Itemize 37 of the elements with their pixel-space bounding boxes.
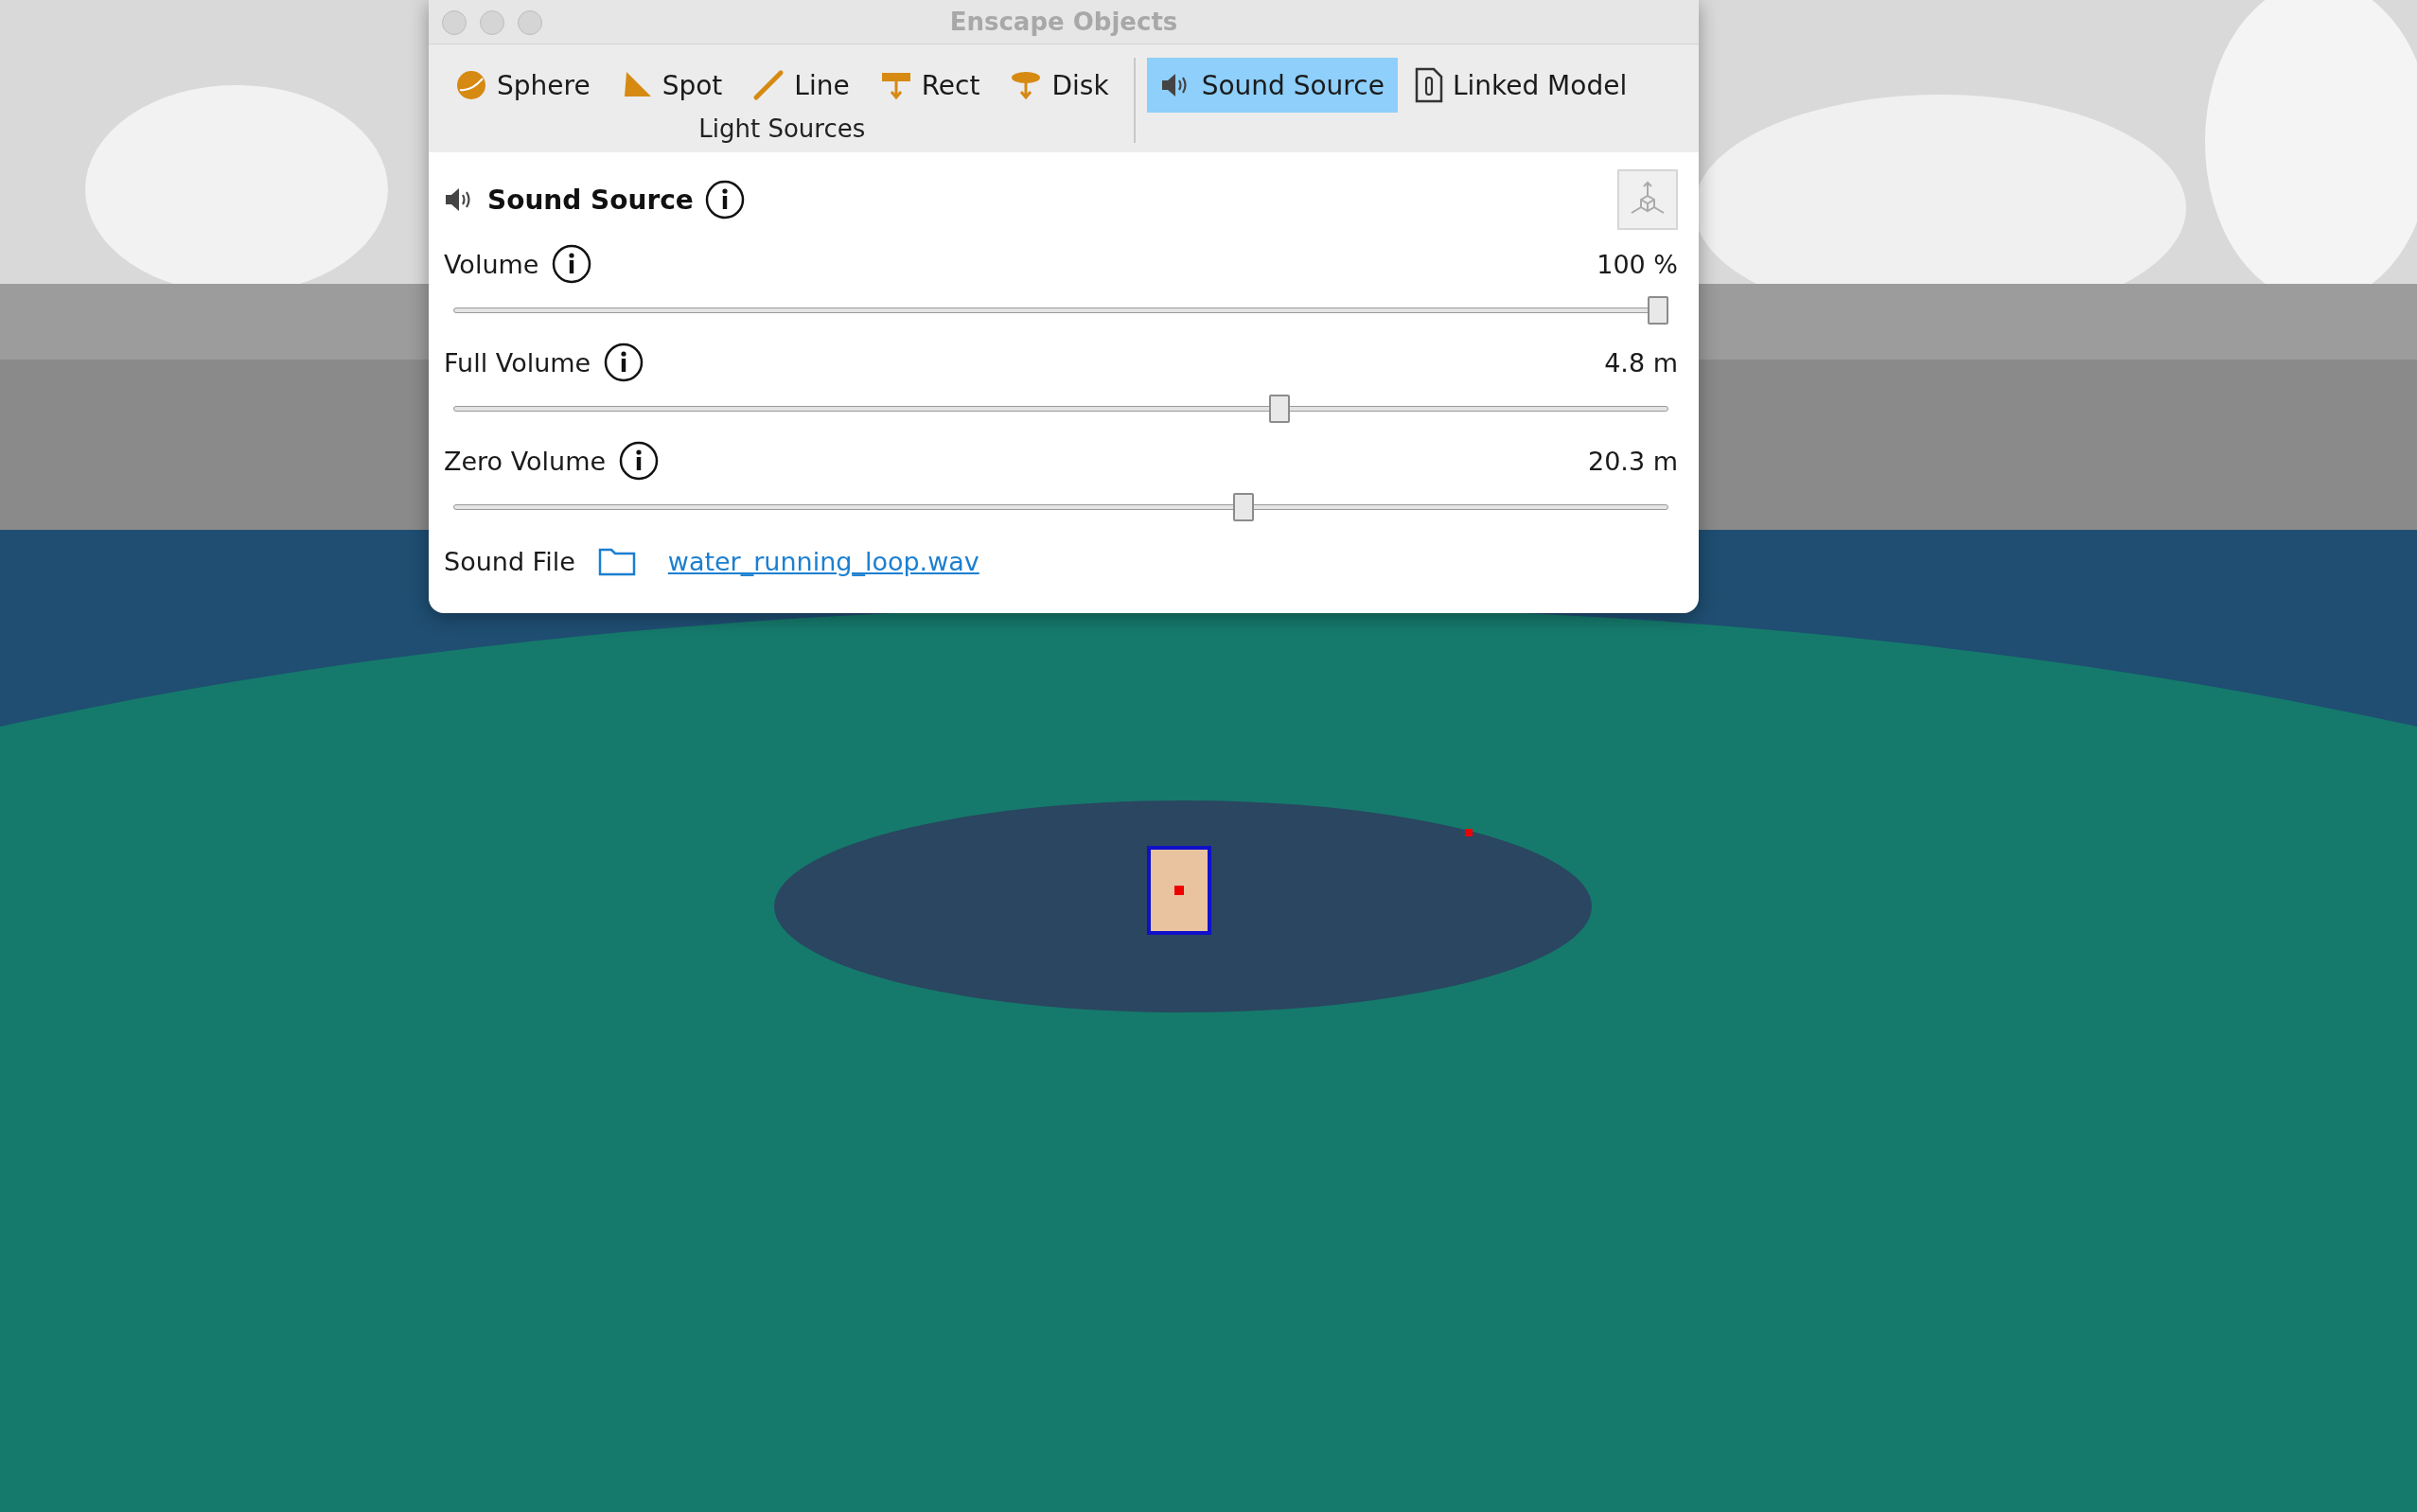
toolbar-button[interactable]: Disk (997, 58, 1122, 113)
info-icon[interactable] (552, 244, 592, 284)
slider-track[interactable] (453, 296, 1668, 325)
slider-track[interactable] (453, 395, 1668, 423)
slider-value: 100 % (1597, 249, 1678, 279)
slider-thumb[interactable] (1648, 296, 1668, 325)
toolbar-button[interactable]: Sound Source (1146, 58, 1398, 113)
zoom-button[interactable] (518, 10, 542, 35)
toolbar-button[interactable]: Linked Model (1401, 58, 1641, 113)
slider-label: Zero Volume (444, 446, 607, 476)
slider-value: 4.8 m (1604, 347, 1678, 378)
file-link[interactable]: water_running_loop.wav (667, 546, 979, 576)
slider-thumb[interactable] (1233, 493, 1255, 521)
slider-value: 20.3 m (1588, 446, 1678, 476)
info-icon[interactable] (619, 441, 660, 481)
line-icon (752, 69, 785, 101)
slider-track[interactable] (453, 493, 1668, 521)
slider-label: Volume (444, 249, 539, 279)
slider-label: Full Volume (444, 347, 591, 378)
window-title: Enscape Objects (949, 8, 1178, 36)
disk-light-icon (1010, 69, 1043, 101)
toolbar-button[interactable]: Sphere (442, 58, 604, 113)
group-label: Light Sources (698, 114, 866, 143)
panel-title: Sound Source (487, 184, 694, 216)
toolbar-button[interactable]: Spot (607, 58, 736, 113)
toolbar-button[interactable]: Line (739, 58, 863, 113)
close-button[interactable] (442, 10, 467, 35)
info-icon[interactable] (604, 343, 644, 382)
toolbar-button[interactable]: Rect (866, 58, 994, 113)
info-icon[interactable] (704, 180, 745, 220)
folder-icon[interactable] (597, 546, 636, 576)
field-label: Sound File (444, 546, 575, 576)
minimize-button[interactable] (480, 10, 504, 35)
linked-file-icon (1414, 67, 1443, 103)
gizmo-button[interactable] (1617, 169, 1678, 230)
sphere-icon (455, 69, 487, 101)
slider-thumb[interactable] (1268, 395, 1290, 423)
